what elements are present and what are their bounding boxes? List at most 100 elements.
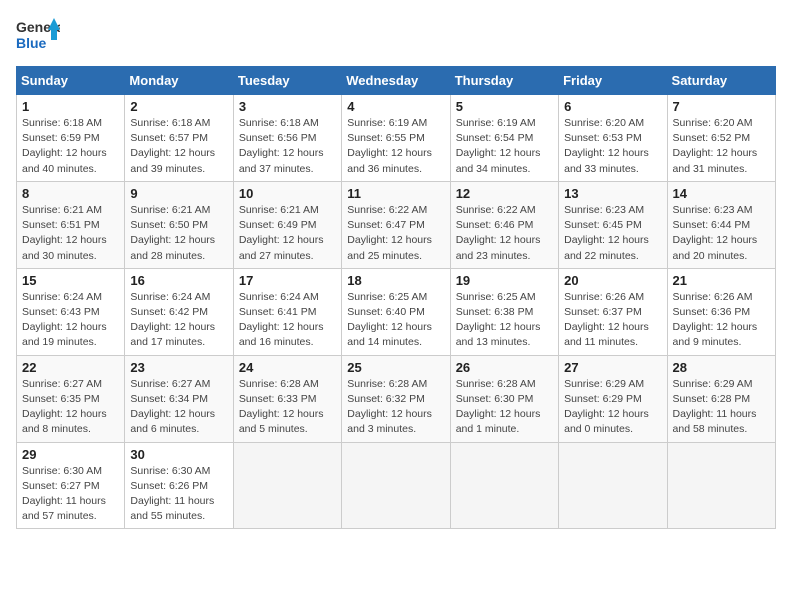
- day-number: 4: [347, 99, 444, 114]
- day-detail: Sunrise: 6:20 AMSunset: 6:52 PMDaylight:…: [673, 116, 770, 177]
- calendar-cell: 1 Sunrise: 6:18 AMSunset: 6:59 PMDaylight…: [17, 95, 125, 182]
- calendar-cell: 22Sunrise: 6:27 AMSunset: 6:35 PMDayligh…: [17, 355, 125, 442]
- day-detail: Sunrise: 6:18 AMSunset: 6:56 PMDaylight:…: [239, 116, 336, 177]
- day-detail: Sunrise: 6:24 AMSunset: 6:42 PMDaylight:…: [130, 290, 227, 351]
- day-detail: Sunrise: 6:22 AMSunset: 6:47 PMDaylight:…: [347, 203, 444, 264]
- day-detail: Sunrise: 6:23 AMSunset: 6:44 PMDaylight:…: [673, 203, 770, 264]
- calendar-cell: 4 Sunrise: 6:19 AMSunset: 6:55 PMDaylight…: [342, 95, 450, 182]
- calendar-cell: 13Sunrise: 6:23 AMSunset: 6:45 PMDayligh…: [559, 181, 667, 268]
- calendar-cell: 2 Sunrise: 6:18 AMSunset: 6:57 PMDaylight…: [125, 95, 233, 182]
- calendar-cell: 17 Sunrise: 6:24 AMSunset: 6:41 PMDayligh…: [233, 268, 341, 355]
- day-detail: Sunrise: 6:26 AMSunset: 6:37 PMDaylight:…: [564, 290, 661, 351]
- day-number: 11: [347, 186, 444, 201]
- calendar-week-row: 8 Sunrise: 6:21 AMSunset: 6:51 PMDaylight…: [17, 181, 776, 268]
- day-number: 24: [239, 360, 336, 375]
- calendar-cell: [667, 442, 775, 529]
- calendar-cell: 26 Sunrise: 6:28 AMSunset: 6:30 PMDayligh…: [450, 355, 558, 442]
- calendar-cell: 25 Sunrise: 6:28 AMSunset: 6:32 PMDayligh…: [342, 355, 450, 442]
- weekday-header-monday: Monday: [125, 67, 233, 95]
- calendar-cell: 28Sunrise: 6:29 AMSunset: 6:28 PMDayligh…: [667, 355, 775, 442]
- calendar-table: SundayMondayTuesdayWednesdayThursdayFrid…: [16, 66, 776, 529]
- day-number: 10: [239, 186, 336, 201]
- calendar-cell: 6 Sunrise: 6:20 AMSunset: 6:53 PMDaylight…: [559, 95, 667, 182]
- day-detail: Sunrise: 6:19 AMSunset: 6:55 PMDaylight:…: [347, 116, 444, 177]
- day-detail: Sunrise: 6:21 AMSunset: 6:50 PMDaylight:…: [130, 203, 227, 264]
- day-detail: Sunrise: 6:18 AMSunset: 6:59 PMDaylight:…: [22, 116, 119, 177]
- day-detail: Sunrise: 6:23 AMSunset: 6:45 PMDaylight:…: [564, 203, 661, 264]
- day-detail: Sunrise: 6:28 AMSunset: 6:32 PMDaylight:…: [347, 377, 444, 438]
- day-number: 1: [22, 99, 119, 114]
- calendar-cell: 20Sunrise: 6:26 AMSunset: 6:37 PMDayligh…: [559, 268, 667, 355]
- calendar-body: 1 Sunrise: 6:18 AMSunset: 6:59 PMDaylight…: [17, 95, 776, 529]
- day-detail: Sunrise: 6:29 AMSunset: 6:29 PMDaylight:…: [564, 377, 661, 438]
- day-detail: Sunrise: 6:24 AMSunset: 6:41 PMDaylight:…: [239, 290, 336, 351]
- calendar-cell: 3 Sunrise: 6:18 AMSunset: 6:56 PMDaylight…: [233, 95, 341, 182]
- day-number: 6: [564, 99, 661, 114]
- calendar-cell: 7 Sunrise: 6:20 AMSunset: 6:52 PMDaylight…: [667, 95, 775, 182]
- calendar-cell: 19Sunrise: 6:25 AMSunset: 6:38 PMDayligh…: [450, 268, 558, 355]
- calendar-cell: 16Sunrise: 6:24 AMSunset: 6:42 PMDayligh…: [125, 268, 233, 355]
- calendar-cell: 14 Sunrise: 6:23 AMSunset: 6:44 PMDayligh…: [667, 181, 775, 268]
- day-detail: Sunrise: 6:18 AMSunset: 6:57 PMDaylight:…: [130, 116, 227, 177]
- day-detail: Sunrise: 6:21 AMSunset: 6:51 PMDaylight:…: [22, 203, 119, 264]
- weekday-header-wednesday: Wednesday: [342, 67, 450, 95]
- day-number: 29: [22, 447, 119, 462]
- day-number: 12: [456, 186, 553, 201]
- day-detail: Sunrise: 6:29 AMSunset: 6:28 PMDaylight:…: [673, 377, 770, 438]
- calendar-cell: 10Sunrise: 6:21 AMSunset: 6:49 PMDayligh…: [233, 181, 341, 268]
- day-detail: Sunrise: 6:20 AMSunset: 6:53 PMDaylight:…: [564, 116, 661, 177]
- day-detail: Sunrise: 6:24 AMSunset: 6:43 PMDaylight:…: [22, 290, 119, 351]
- day-detail: Sunrise: 6:27 AMSunset: 6:34 PMDaylight:…: [130, 377, 227, 438]
- day-detail: Sunrise: 6:27 AMSunset: 6:35 PMDaylight:…: [22, 377, 119, 438]
- day-number: 3: [239, 99, 336, 114]
- calendar-cell: 30Sunrise: 6:30 AMSunset: 6:26 PMDayligh…: [125, 442, 233, 529]
- calendar-cell: [342, 442, 450, 529]
- calendar-cell: 18 Sunrise: 6:25 AMSunset: 6:40 PMDayligh…: [342, 268, 450, 355]
- calendar-cell: [559, 442, 667, 529]
- weekday-header-sunday: Sunday: [17, 67, 125, 95]
- day-detail: Sunrise: 6:19 AMSunset: 6:54 PMDaylight:…: [456, 116, 553, 177]
- day-number: 14: [673, 186, 770, 201]
- day-number: 25: [347, 360, 444, 375]
- calendar-cell: 15 Sunrise: 6:24 AMSunset: 6:43 PMDayligh…: [17, 268, 125, 355]
- day-number: 9: [130, 186, 227, 201]
- logo-icon: General Blue: [16, 16, 60, 54]
- day-detail: Sunrise: 6:28 AMSunset: 6:33 PMDaylight:…: [239, 377, 336, 438]
- calendar-cell: 24 Sunrise: 6:28 AMSunset: 6:33 PMDayligh…: [233, 355, 341, 442]
- day-number: 2: [130, 99, 227, 114]
- day-detail: Sunrise: 6:25 AMSunset: 6:40 PMDaylight:…: [347, 290, 444, 351]
- day-number: 19: [456, 273, 553, 288]
- calendar-cell: 21 Sunrise: 6:26 AMSunset: 6:36 PMDayligh…: [667, 268, 775, 355]
- day-number: 18: [347, 273, 444, 288]
- weekday-header-tuesday: Tuesday: [233, 67, 341, 95]
- day-number: 23: [130, 360, 227, 375]
- logo: General Blue: [16, 16, 60, 54]
- weekday-header-friday: Friday: [559, 67, 667, 95]
- calendar-cell: 12 Sunrise: 6:22 AMSunset: 6:46 PMDayligh…: [450, 181, 558, 268]
- day-detail: Sunrise: 6:30 AMSunset: 6:27 PMDaylight:…: [22, 464, 119, 525]
- day-number: 8: [22, 186, 119, 201]
- day-number: 15: [22, 273, 119, 288]
- day-number: 7: [673, 99, 770, 114]
- calendar-cell: 8 Sunrise: 6:21 AMSunset: 6:51 PMDaylight…: [17, 181, 125, 268]
- day-number: 17: [239, 273, 336, 288]
- calendar-cell: 11 Sunrise: 6:22 AMSunset: 6:47 PMDayligh…: [342, 181, 450, 268]
- weekday-header-saturday: Saturday: [667, 67, 775, 95]
- day-number: 26: [456, 360, 553, 375]
- page-header: General Blue: [16, 16, 776, 54]
- day-number: 21: [673, 273, 770, 288]
- day-detail: Sunrise: 6:28 AMSunset: 6:30 PMDaylight:…: [456, 377, 553, 438]
- calendar-cell: 27 Sunrise: 6:29 AMSunset: 6:29 PMDayligh…: [559, 355, 667, 442]
- calendar-week-row: 15 Sunrise: 6:24 AMSunset: 6:43 PMDayligh…: [17, 268, 776, 355]
- day-detail: Sunrise: 6:22 AMSunset: 6:46 PMDaylight:…: [456, 203, 553, 264]
- day-number: 27: [564, 360, 661, 375]
- svg-text:Blue: Blue: [16, 35, 47, 51]
- calendar-cell: 5Sunrise: 6:19 AMSunset: 6:54 PMDaylight…: [450, 95, 558, 182]
- calendar-cell: 23 Sunrise: 6:27 AMSunset: 6:34 PMDayligh…: [125, 355, 233, 442]
- day-detail: Sunrise: 6:26 AMSunset: 6:36 PMDaylight:…: [673, 290, 770, 351]
- day-number: 30: [130, 447, 227, 462]
- calendar-cell: [233, 442, 341, 529]
- calendar-cell: 29 Sunrise: 6:30 AMSunset: 6:27 PMDayligh…: [17, 442, 125, 529]
- calendar-week-row: 1 Sunrise: 6:18 AMSunset: 6:59 PMDaylight…: [17, 95, 776, 182]
- calendar-cell: [450, 442, 558, 529]
